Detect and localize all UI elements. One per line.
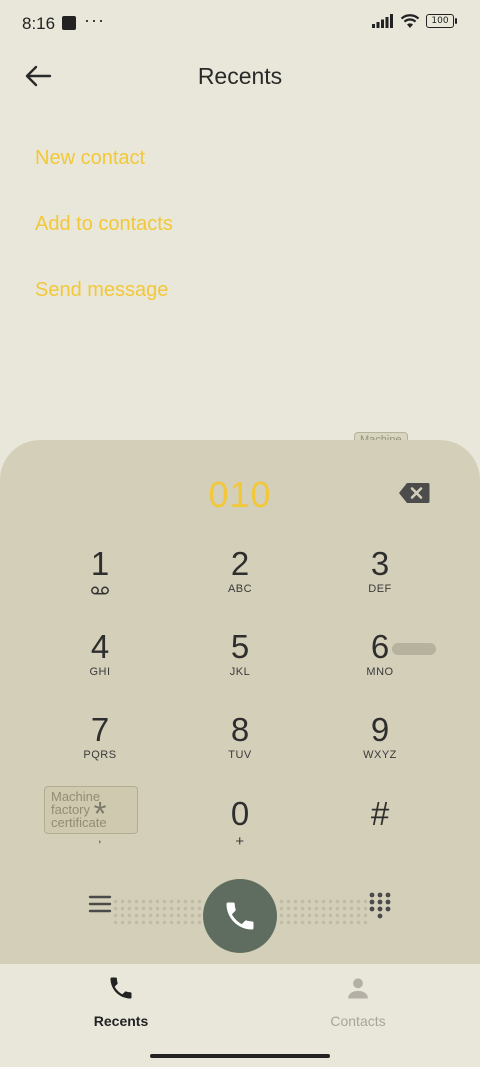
status-icons: 100: [372, 13, 457, 29]
key-digit: 5: [230, 628, 250, 665]
key-1[interactable]: 1: [45, 546, 155, 616]
menu-icon: [88, 895, 112, 913]
header: Recents: [0, 46, 480, 106]
key-digit: 4: [90, 628, 110, 665]
nav-recents-label: Recents: [93, 1013, 149, 1029]
add-to-contacts-action[interactable]: Add to contacts: [35, 213, 173, 236]
key-letters: DEF: [368, 583, 392, 595]
phone-icon: [110, 977, 132, 999]
key-letters: [325, 833, 435, 847]
key-letters: TUV: [228, 749, 252, 761]
backspace-icon: [399, 483, 430, 503]
dialpad-toggle-button[interactable]: [366, 890, 394, 920]
voicemail-icon: [45, 583, 155, 597]
key-digit: 7: [90, 711, 110, 748]
key-8[interactable]: 8 TUV: [185, 712, 295, 782]
wifi-icon: [400, 14, 420, 28]
send-message-action[interactable]: Send message: [35, 279, 168, 302]
nav-recents[interactable]: Recents: [51, 974, 191, 1029]
key-digit: 9: [370, 711, 390, 748]
key-2[interactable]: 2 ABC: [185, 546, 295, 616]
battery-icon: 100: [426, 14, 457, 28]
key-digit: 2: [230, 545, 250, 582]
key-4[interactable]: 4 GHI: [45, 629, 155, 699]
key-7[interactable]: 7 PQRS: [45, 712, 155, 782]
key-digit: 8: [230, 711, 250, 748]
person-icon: [348, 978, 368, 999]
dialpad-icon: [369, 892, 391, 919]
key-digit: 3: [370, 545, 390, 582]
delete-button[interactable]: [398, 482, 430, 504]
key-letters: PQRS: [83, 749, 117, 761]
key-digit: #: [370, 795, 390, 832]
menu-button[interactable]: [84, 890, 116, 920]
key-0[interactable]: 0 +: [185, 796, 295, 866]
status-time: 8:16: [22, 14, 56, 33]
watermark-pill: [392, 643, 436, 655]
key-letters: +: [235, 833, 245, 850]
key-hash[interactable]: #: [325, 796, 435, 866]
sticker-line: certificate: [51, 815, 107, 830]
status-bar: 8:16 ··· 100: [0, 0, 480, 46]
dot-pattern: [112, 898, 202, 924]
key-letters: JKL: [229, 666, 251, 678]
phone-icon: [226, 902, 254, 930]
page-title: Recents: [197, 63, 283, 89]
nav-contacts-label: Contacts: [330, 1013, 386, 1029]
signal-icon: [372, 14, 393, 28]
more-notifications-icon: ···: [84, 10, 105, 30]
bottom-nav: Recents Contacts: [0, 964, 480, 1067]
key-9[interactable]: 9 WXYZ: [325, 712, 435, 782]
home-indicator[interactable]: [150, 1054, 330, 1058]
key-letters: GHI: [89, 666, 111, 678]
key-digit: 1: [90, 545, 110, 582]
key-letters: WXYZ: [363, 749, 397, 761]
nav-contacts[interactable]: Contacts: [288, 974, 428, 1029]
watermark-sticker: Machine factory certificate: [44, 786, 138, 834]
key-digit: 0: [230, 795, 250, 832]
key-5[interactable]: 5 JKL: [185, 629, 295, 699]
key-letters: ABC: [227, 583, 253, 595]
dot-pattern: [278, 898, 370, 924]
key-letters: MNO: [366, 666, 394, 678]
call-button[interactable]: [203, 879, 277, 953]
new-contact-action[interactable]: New contact: [35, 147, 145, 170]
key-letters: ,: [98, 833, 102, 845]
key-6[interactable]: 6 MNO: [325, 629, 435, 699]
notification-icon: [62, 16, 76, 30]
key-3[interactable]: 3 DEF: [325, 546, 435, 616]
dialer-panel: 010 1 2 ABC 3 DEF 4 GHI 5 JKL 6 MNO 7 PQ…: [0, 440, 480, 964]
